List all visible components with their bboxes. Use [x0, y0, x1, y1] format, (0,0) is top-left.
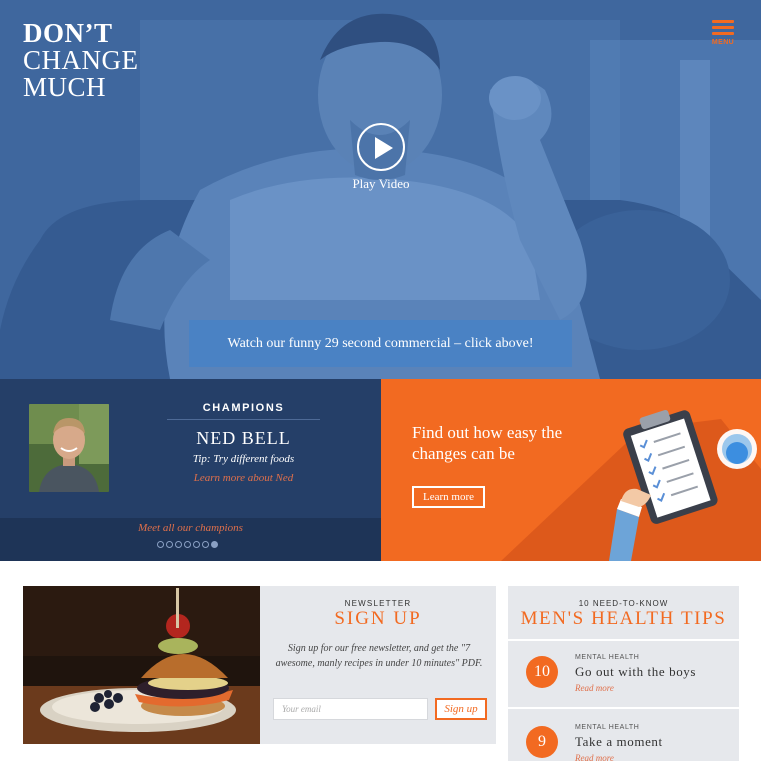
champions-footer: Meet all our champions: [0, 518, 381, 561]
carousel-dot[interactable]: [184, 541, 191, 548]
tip-item[interactable]: 10 MENTAL HEALTH Go out with the boys Re…: [508, 641, 739, 707]
champion-photo: [29, 404, 109, 492]
health-tips-panel: 10 NEED-TO-KNOW MEN'S HEALTH TIPS 10 MEN…: [508, 586, 739, 761]
meet-all-champions-link[interactable]: Meet all our champions: [0, 522, 381, 534]
commercial-banner[interactable]: Watch our funny 29 second commercial – c…: [189, 320, 572, 367]
tip-category: MENTAL HEALTH: [575, 724, 640, 731]
tip-number-badge: 9: [526, 726, 558, 758]
burger-photo: [23, 586, 260, 744]
clipboard-checklist-icon: [501, 409, 761, 561]
newsletter-description: Sign up for our free newsletter, and get…: [275, 643, 483, 669]
champions-heading: CHAMPIONS: [202, 402, 285, 414]
logo-line-3: MUCH: [23, 72, 107, 102]
tip-title: Take a moment: [575, 734, 663, 749]
play-video-button[interactable]: [357, 123, 405, 171]
promo-learn-more-button[interactable]: Learn more: [412, 486, 485, 508]
tips-title: MEN'S HEALTH TIPS: [520, 608, 727, 629]
menu-label: MENU: [711, 39, 735, 46]
newsletter-title: SIGN UP: [334, 608, 422, 629]
hero-video-section: DON’T CHANGE MUCH MENU Play Video Watch …: [0, 0, 761, 379]
tip-read-more-link[interactable]: Read more: [575, 683, 614, 693]
newsletter-kicker: NEWSLETTER: [344, 599, 412, 608]
champions-divider: [167, 419, 320, 420]
changes-promo-panel: Find out how easy the changes can be Lea…: [381, 379, 761, 561]
carousel-dot[interactable]: [202, 541, 209, 548]
newsletter-sign-up-button[interactable]: Sign up: [435, 698, 487, 720]
newsletter-email-input[interactable]: [273, 698, 428, 720]
logo-line-1: DON’T: [23, 18, 113, 48]
carousel-dot[interactable]: [175, 541, 182, 548]
hamburger-icon: [712, 20, 734, 23]
logo-line-2: CHANGE: [23, 45, 139, 75]
hamburger-icon-bar: [712, 26, 734, 29]
tip-category: MENTAL HEALTH: [575, 654, 640, 661]
champion-name: NED BELL: [196, 428, 291, 448]
tip-number-badge: 10: [526, 656, 558, 688]
tips-kicker: 10 NEED-TO-KNOW: [578, 599, 669, 608]
promo-headline: Find out how easy the changes can be: [412, 423, 563, 463]
tip-title: Go out with the boys: [575, 664, 697, 679]
newsletter-panel: NEWSLETTER SIGN UP Sign up for our free …: [260, 586, 496, 744]
champion-tip: Tip: Try different foods: [192, 453, 295, 465]
tip-read-more-link[interactable]: Read more: [575, 753, 614, 761]
champions-panel: CHAMPIONS NED BELL Tip: Try different fo…: [0, 379, 381, 561]
champion-learn-more-link[interactable]: Learn more about Ned: [150, 472, 337, 484]
menu-button[interactable]: MENU: [710, 20, 736, 48]
carousel-dot[interactable]: [193, 541, 200, 548]
carousel-dot-active[interactable]: [211, 541, 218, 548]
site-logo[interactable]: DON’T CHANGE MUCH: [23, 20, 139, 101]
play-icon: [375, 137, 393, 159]
tip-item[interactable]: 9 MENTAL HEALTH Take a moment Read more: [508, 709, 739, 761]
champion-carousel-dots: [157, 541, 218, 549]
carousel-dot[interactable]: [166, 541, 173, 548]
hamburger-icon-bar: [712, 32, 734, 35]
carousel-dot[interactable]: [157, 541, 164, 548]
play-video-label[interactable]: Play Video: [330, 176, 432, 192]
